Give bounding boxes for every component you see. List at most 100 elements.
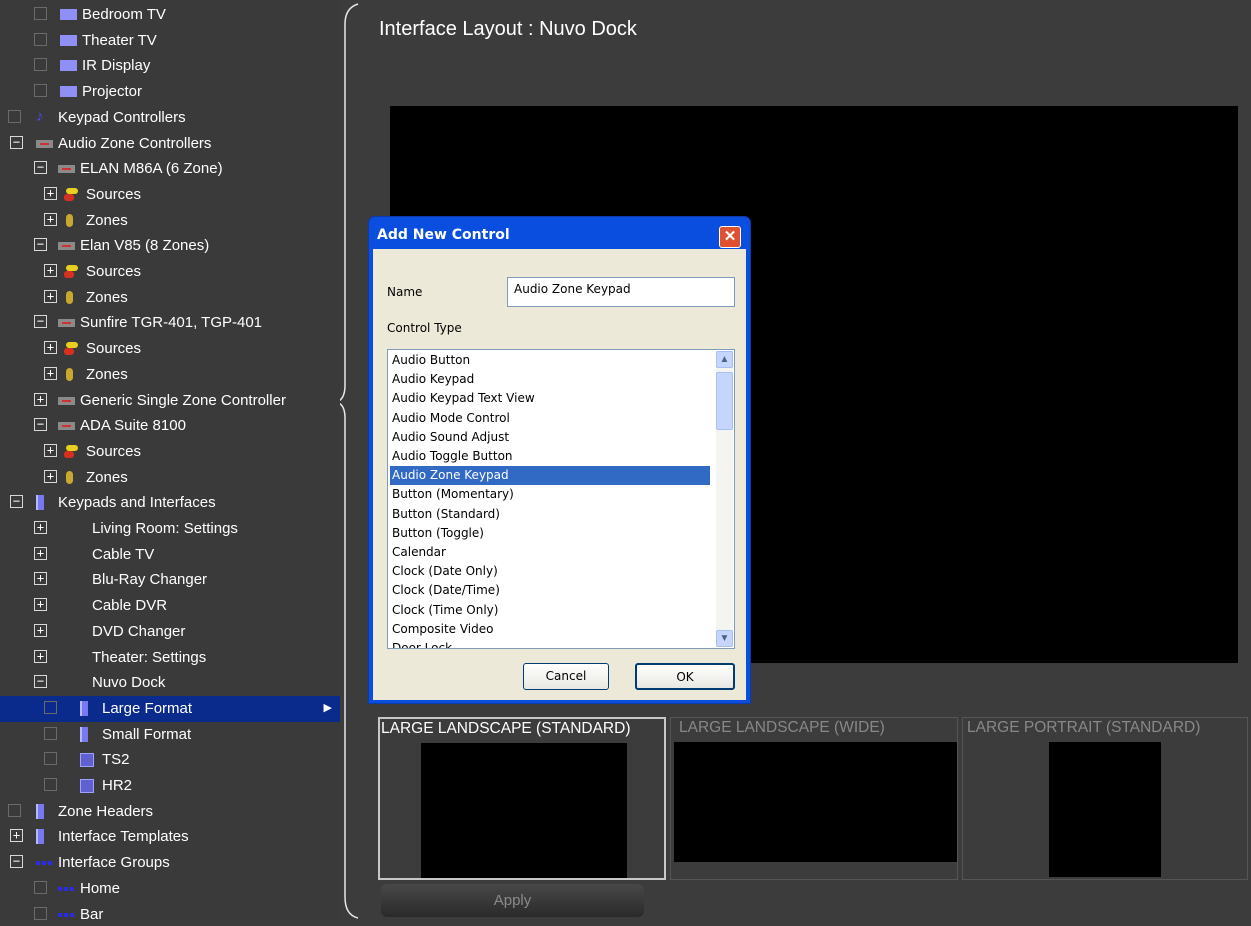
tree-item[interactable]: ♪ Keypad Controllers: [0, 105, 340, 131]
tree-item[interactable]: + Interface Templates: [0, 824, 340, 850]
cancel-button[interactable]: Cancel: [523, 663, 609, 690]
tree-item[interactable]: + Living Room: Settings: [0, 516, 340, 542]
tree-item[interactable]: + Cable DVR: [0, 593, 340, 619]
checkbox[interactable]: [34, 7, 47, 20]
checkbox[interactable]: [34, 84, 47, 98]
apply-button[interactable]: Apply: [381, 884, 644, 917]
expand-icon[interactable]: +: [44, 264, 57, 277]
checkbox[interactable]: [8, 109, 21, 123]
tree-item[interactable]: + Cable TV: [0, 542, 340, 568]
control-type-option[interactable]: Button (Toggle): [390, 524, 710, 543]
tree-item[interactable]: Bedroom TV: [0, 2, 340, 28]
collapse-icon[interactable]: −: [34, 315, 47, 329]
expand-icon[interactable]: +: [10, 829, 23, 843]
tree-item[interactable]: + Zones: [0, 362, 340, 388]
tree-item[interactable]: + Theater: Settings: [0, 645, 340, 671]
layout-large-landscape-standard[interactable]: LARGE LANDSCAPE (STANDARD): [378, 717, 666, 880]
tree-item[interactable]: − Nuvo Dock: [0, 670, 340, 696]
play-arrow-icon[interactable]: ▶: [324, 696, 332, 721]
control-type-option[interactable]: Audio Sound Adjust: [390, 428, 710, 447]
tree-item[interactable]: − ADA Suite 8100: [0, 413, 340, 439]
checkbox[interactable]: [34, 58, 47, 72]
expand-icon[interactable]: +: [34, 546, 47, 560]
control-type-option[interactable]: Audio Zone Keypad: [390, 466, 710, 486]
tree-item[interactable]: + Zones: [0, 285, 340, 311]
tree-item[interactable]: Home: [0, 876, 340, 902]
control-type-option[interactable]: Audio Mode Control: [390, 409, 710, 428]
expand-icon[interactable]: +: [44, 212, 57, 226]
control-type-option[interactable]: Composite Video: [390, 620, 710, 639]
expand-icon[interactable]: +: [44, 186, 57, 200]
checkbox[interactable]: [34, 906, 47, 920]
tree-item[interactable]: − Keypads and Interfaces: [0, 490, 340, 516]
tree-item[interactable]: Zone Headers: [0, 799, 340, 825]
list-scrollbar[interactable]: ▲ ▼: [716, 351, 733, 647]
ok-button[interactable]: OK: [635, 663, 735, 690]
control-type-list[interactable]: Audio Button Audio Keypad Audio Keypad Tex…: [387, 349, 735, 649]
tree-item[interactable]: − ELAN M86A (6 Zone): [0, 156, 340, 182]
control-type-option[interactable]: Clock (Time Only): [390, 601, 710, 620]
tree-item[interactable]: − Elan V85 (8 Zones): [0, 233, 340, 259]
expand-icon[interactable]: +: [34, 572, 47, 586]
control-type-option[interactable]: Button (Momentary): [390, 485, 710, 504]
control-type-option[interactable]: Calendar: [390, 543, 710, 562]
scroll-up-icon[interactable]: ▲: [716, 351, 733, 368]
tree-item[interactable]: Theater TV: [0, 28, 340, 54]
checkbox[interactable]: [34, 32, 47, 46]
tree-item[interactable]: + Sources: [0, 259, 340, 285]
collapse-icon[interactable]: −: [34, 238, 47, 252]
tree-item[interactable]: + DVD Changer: [0, 619, 340, 645]
tree-item[interactable]: + Sources: [0, 439, 340, 465]
tree-item[interactable]: + Sources: [0, 336, 340, 362]
control-type-option[interactable]: Button (Standard): [390, 505, 710, 524]
tree-item[interactable]: + Blu-Ray Changer: [0, 567, 340, 593]
control-type-option[interactable]: Audio Button: [390, 351, 710, 370]
control-type-option[interactable]: Door Lock: [390, 639, 710, 648]
tree-item[interactable]: + Zones: [0, 465, 340, 491]
expand-icon[interactable]: +: [44, 443, 57, 457]
control-type-option[interactable]: Audio Keypad Text View: [390, 389, 710, 408]
checkbox[interactable]: [8, 803, 21, 817]
control-type-option[interactable]: Audio Toggle Button: [390, 447, 710, 466]
close-icon[interactable]: ✕: [719, 226, 741, 248]
layout-large-landscape-wide[interactable]: LARGE LANDSCAPE (WIDE): [670, 717, 958, 880]
collapse-icon[interactable]: −: [34, 675, 47, 689]
collapse-icon[interactable]: −: [34, 161, 47, 175]
collapse-icon[interactable]: −: [10, 495, 23, 509]
tree-item[interactable]: Bar: [0, 902, 340, 921]
checkbox[interactable]: [44, 778, 57, 791]
tree-item[interactable]: − Audio Zone Controllers: [0, 131, 340, 157]
expand-icon[interactable]: +: [34, 521, 47, 534]
collapse-icon[interactable]: −: [10, 855, 23, 869]
checkbox[interactable]: [44, 752, 57, 766]
layout-large-portrait-standard[interactable]: LARGE PORTRAIT (STANDARD): [962, 717, 1248, 880]
tree-item[interactable]: Projector: [0, 79, 340, 105]
expand-icon[interactable]: +: [34, 392, 47, 406]
scroll-down-icon[interactable]: ▼: [716, 630, 733, 647]
tree-item[interactable]: + Sources: [0, 182, 340, 208]
scroll-thumb[interactable]: [716, 372, 733, 430]
tree-item[interactable]: Small Format: [0, 722, 340, 748]
collapse-icon[interactable]: −: [10, 135, 23, 149]
expand-icon[interactable]: +: [44, 289, 57, 303]
expand-icon[interactable]: +: [44, 341, 57, 355]
collapse-icon[interactable]: −: [34, 418, 47, 432]
tree-item[interactable]: HR2: [0, 773, 340, 799]
control-type-option[interactable]: Clock (Date Only): [390, 562, 710, 581]
tree-item[interactable]: − Interface Groups: [0, 850, 340, 876]
tree-item[interactable]: IR Display: [0, 53, 340, 79]
checkbox[interactable]: [44, 726, 57, 740]
tree-item[interactable]: − Sunfire TGR-401, TGP-401: [0, 310, 340, 336]
expand-icon[interactable]: +: [34, 598, 47, 612]
control-type-option[interactable]: Clock (Date/Time): [390, 581, 710, 600]
checkbox[interactable]: [34, 880, 47, 894]
control-type-option[interactable]: Audio Keypad: [390, 370, 710, 389]
tree-item[interactable]: + Generic Single Zone Controller: [0, 388, 340, 414]
tree-item[interactable]: Large Format ▶: [0, 695, 340, 722]
expand-icon[interactable]: +: [44, 366, 57, 380]
tree-item[interactable]: + Zones: [0, 208, 340, 234]
expand-icon[interactable]: +: [44, 469, 57, 483]
expand-icon[interactable]: +: [34, 649, 47, 663]
tree-item[interactable]: TS2: [0, 747, 340, 773]
checkbox[interactable]: [44, 700, 57, 714]
